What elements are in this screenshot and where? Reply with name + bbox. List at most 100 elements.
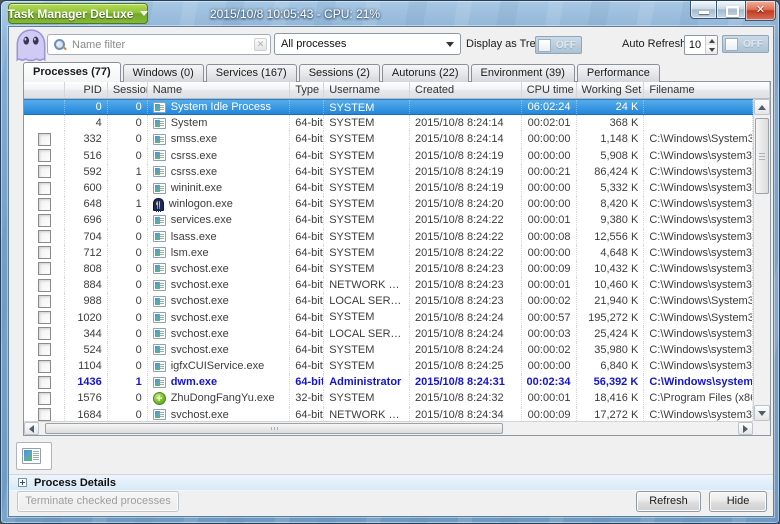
toggle-knob xyxy=(725,38,738,51)
row-checkbox[interactable] xyxy=(38,246,51,259)
table-row[interactable]: 5921csrss.exe64-bitSYSTEM2015/10/8 8:24:… xyxy=(24,164,753,180)
row-checkbox[interactable] xyxy=(38,376,51,389)
tab-sessions[interactable]: Sessions (2) xyxy=(299,64,380,82)
refresh-button[interactable]: Refresh xyxy=(636,491,701,512)
table-row[interactable]: 7120lsm.exe64-bitSYSTEM2015/10/8 8:24:22… xyxy=(24,245,753,261)
cell-created: 2015/10/8 8:24:20 xyxy=(410,196,522,212)
table-row[interactable]: 40System64-bitSYSTEM2015/10/8 8:24:1400:… xyxy=(24,115,753,131)
column-header-created[interactable]: Created xyxy=(410,82,522,98)
vertical-scrollbar-thumb[interactable] xyxy=(755,118,769,194)
row-checkbox[interactable] xyxy=(38,182,51,195)
scroll-down-icon[interactable] xyxy=(754,405,770,421)
maximize-button[interactable] xyxy=(717,1,745,19)
table-row[interactable]: 5160csrss.exe64-bitSYSTEM2015/10/8 8:24:… xyxy=(24,148,753,164)
column-header-user[interactable]: Username xyxy=(324,82,410,98)
row-checkbox[interactable] xyxy=(38,327,51,340)
tab-windows[interactable]: Windows (0) xyxy=(123,64,204,82)
row-checkbox[interactable] xyxy=(38,262,51,275)
minimize-button[interactable] xyxy=(690,1,717,19)
display-as-tree-toggle[interactable]: OFF xyxy=(535,36,582,54)
name-filter-input[interactable] xyxy=(70,38,254,52)
table-row[interactable]: 10200svchost.exe64-bitSYSTEM2015/10/8 8:… xyxy=(24,309,753,325)
cell-cpu: 00:00:01 xyxy=(522,212,577,228)
row-checkbox[interactable] xyxy=(38,295,51,308)
cell-pid: 516 xyxy=(65,148,108,164)
table-row[interactable]: 00System Idle ProcessSYSTEM06:02:2424 K xyxy=(24,99,753,115)
tab-strip: Processes (77) Windows (0) Services (167… xyxy=(23,63,662,82)
process-filter-dropdown[interactable]: All processes xyxy=(274,33,461,55)
close-button[interactable] xyxy=(745,1,776,21)
tab-environment[interactable]: Environment (39) xyxy=(471,64,575,82)
horizontal-scrollbar[interactable] xyxy=(24,421,753,435)
table-row[interactable]: 6481winlogon.exe64-bitSYSTEM2015/10/8 8:… xyxy=(24,196,753,212)
column-header-pid[interactable]: PID xyxy=(65,82,108,98)
scroll-up-icon[interactable] xyxy=(754,99,770,115)
cell-user: NETWORK SERVICE xyxy=(324,407,410,421)
table-row[interactable]: 3440svchost.exe64-bitLOCAL SERVICE2015/1… xyxy=(24,326,753,342)
horizontal-scrollbar-thumb[interactable] xyxy=(45,423,503,434)
auto-refresh-interval-value[interactable]: 10 xyxy=(685,36,705,54)
expand-plus-icon[interactable] xyxy=(18,478,27,487)
default-process-icon xyxy=(153,263,166,274)
scroll-right-icon[interactable] xyxy=(738,422,753,435)
scroll-left-icon[interactable] xyxy=(24,422,39,435)
row-checkbox[interactable] xyxy=(38,133,51,146)
tab-autoruns[interactable]: Autoruns (22) xyxy=(382,64,469,82)
row-checkbox[interactable] xyxy=(38,165,51,178)
row-checkbox[interactable] xyxy=(38,214,51,227)
table-row[interactable]: 3320smss.exe64-bitSYSTEM2015/10/8 8:24:1… xyxy=(24,131,753,147)
cell-pid: 1020 xyxy=(65,309,108,325)
cell-session: 1 xyxy=(108,164,148,180)
auto-refresh-toggle[interactable]: OFF xyxy=(722,35,769,53)
clear-filter-icon[interactable]: ✕ xyxy=(254,38,267,51)
column-header-cpu[interactable]: CPU time xyxy=(522,82,577,98)
column-header-file[interactable]: Filename xyxy=(644,82,770,98)
table-row[interactable]: 8080svchost.exe64-bitSYSTEM2015/10/8 8:2… xyxy=(24,261,753,277)
spinner-up-icon[interactable] xyxy=(706,36,717,45)
table-header: PIDSessionNameTypeUsernameCreatedCPU tim… xyxy=(24,82,770,99)
table-row[interactable]: 5240svchost.exe64-bitSYSTEM2015/10/8 8:2… xyxy=(24,342,753,358)
tab-performance[interactable]: Performance xyxy=(577,64,660,82)
process-details-bar[interactable]: Process Details xyxy=(9,474,773,491)
row-checkbox[interactable] xyxy=(38,408,51,421)
table-row[interactable]: 11040igfxCUIService.exe64-bitSYSTEM2015/… xyxy=(24,358,753,374)
table-row[interactable]: 16840svchost.exe64-bitNETWORK SERVICE201… xyxy=(24,407,753,421)
table-row[interactable]: 6960services.exe64-bitSYSTEM2015/10/8 8:… xyxy=(24,212,753,228)
row-checkbox[interactable] xyxy=(38,360,51,373)
vertical-scrollbar[interactable] xyxy=(753,99,770,421)
table-row[interactable]: 9880svchost.exe64-bitLOCAL SERVICE2015/1… xyxy=(24,293,753,309)
row-checkbox[interactable] xyxy=(38,343,51,356)
spinner-down-icon[interactable] xyxy=(706,45,717,54)
row-checkbox[interactable] xyxy=(38,279,51,292)
cell-pid: 0 xyxy=(65,100,108,114)
row-checkbox[interactable] xyxy=(38,392,51,405)
tab-services[interactable]: Services (167) xyxy=(206,64,297,82)
table-row[interactable]: 14361dwm.exe64-bitAdministrator2015/10/8… xyxy=(24,374,753,390)
cell-cpu: 00:00:03 xyxy=(522,326,577,342)
table-row[interactable]: 6000wininit.exe64-bitSYSTEM2015/10/8 8:2… xyxy=(24,180,753,196)
terminate-checked-processes-button[interactable]: Terminate checked processes xyxy=(17,491,179,512)
hide-button[interactable]: Hide xyxy=(709,491,767,512)
column-header-session[interactable]: Session xyxy=(108,82,148,98)
table-row[interactable]: 15760ZhuDongFangYu.exe32-bitSYSTEM2015/1… xyxy=(24,390,753,406)
row-checkbox[interactable] xyxy=(38,149,51,162)
row-checkbox[interactable] xyxy=(38,230,51,243)
column-header-check[interactable] xyxy=(24,82,65,98)
table-row[interactable]: 7040lsass.exe64-bitSYSTEM2015/10/8 8:24:… xyxy=(24,229,753,245)
search-icon xyxy=(53,38,66,51)
app-menu-button[interactable]: Task Manager DeLuxe xyxy=(8,3,148,24)
column-header-ws[interactable]: Working Set xyxy=(577,82,645,98)
row-checkbox[interactable] xyxy=(38,198,51,211)
column-header-type[interactable]: Type xyxy=(290,82,324,98)
cell-created: 2015/10/8 8:24:24 xyxy=(410,326,522,342)
cell-type: 64-bit xyxy=(290,196,324,212)
cell-created: 2015/10/8 8:24:32 xyxy=(410,390,522,406)
column-header-name[interactable]: Name xyxy=(148,82,291,98)
tab-processes[interactable]: Processes (77) xyxy=(23,62,121,82)
cell-type: 64-bit xyxy=(290,164,324,180)
cell-name: svchost.exe xyxy=(148,407,291,421)
row-checkbox[interactable] xyxy=(38,311,51,324)
table-row[interactable]: 8840svchost.exe64-bitNETWORK SERVICE2015… xyxy=(24,277,753,293)
cell-created: 2015/10/8 8:24:22 xyxy=(410,229,522,245)
cell-pid: 4 xyxy=(65,115,108,131)
